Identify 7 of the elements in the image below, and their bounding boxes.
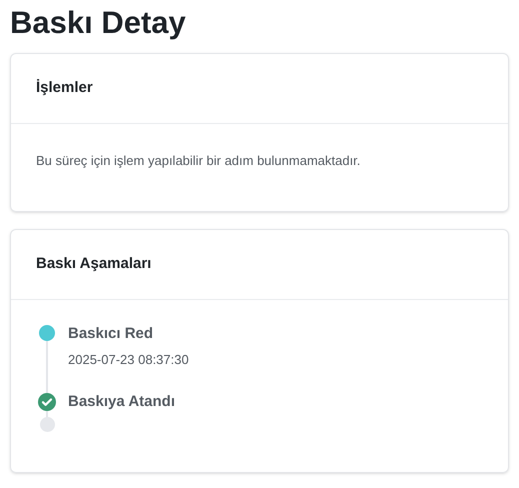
page-title: Baskı Detay <box>10 4 187 42</box>
card-title: Baskı Aşamaları <box>36 254 152 274</box>
step-title: Baskıcı Red <box>68 324 154 344</box>
step-time: 2025-07-23 08:37:30 <box>68 351 189 369</box>
card-title: İşlemler <box>36 78 93 98</box>
empty-message: Bu süreç için işlem yapılabilir bir adım bulunmamaktadır. <box>36 152 360 170</box>
step-title: Baskıya Atandı <box>68 392 175 412</box>
